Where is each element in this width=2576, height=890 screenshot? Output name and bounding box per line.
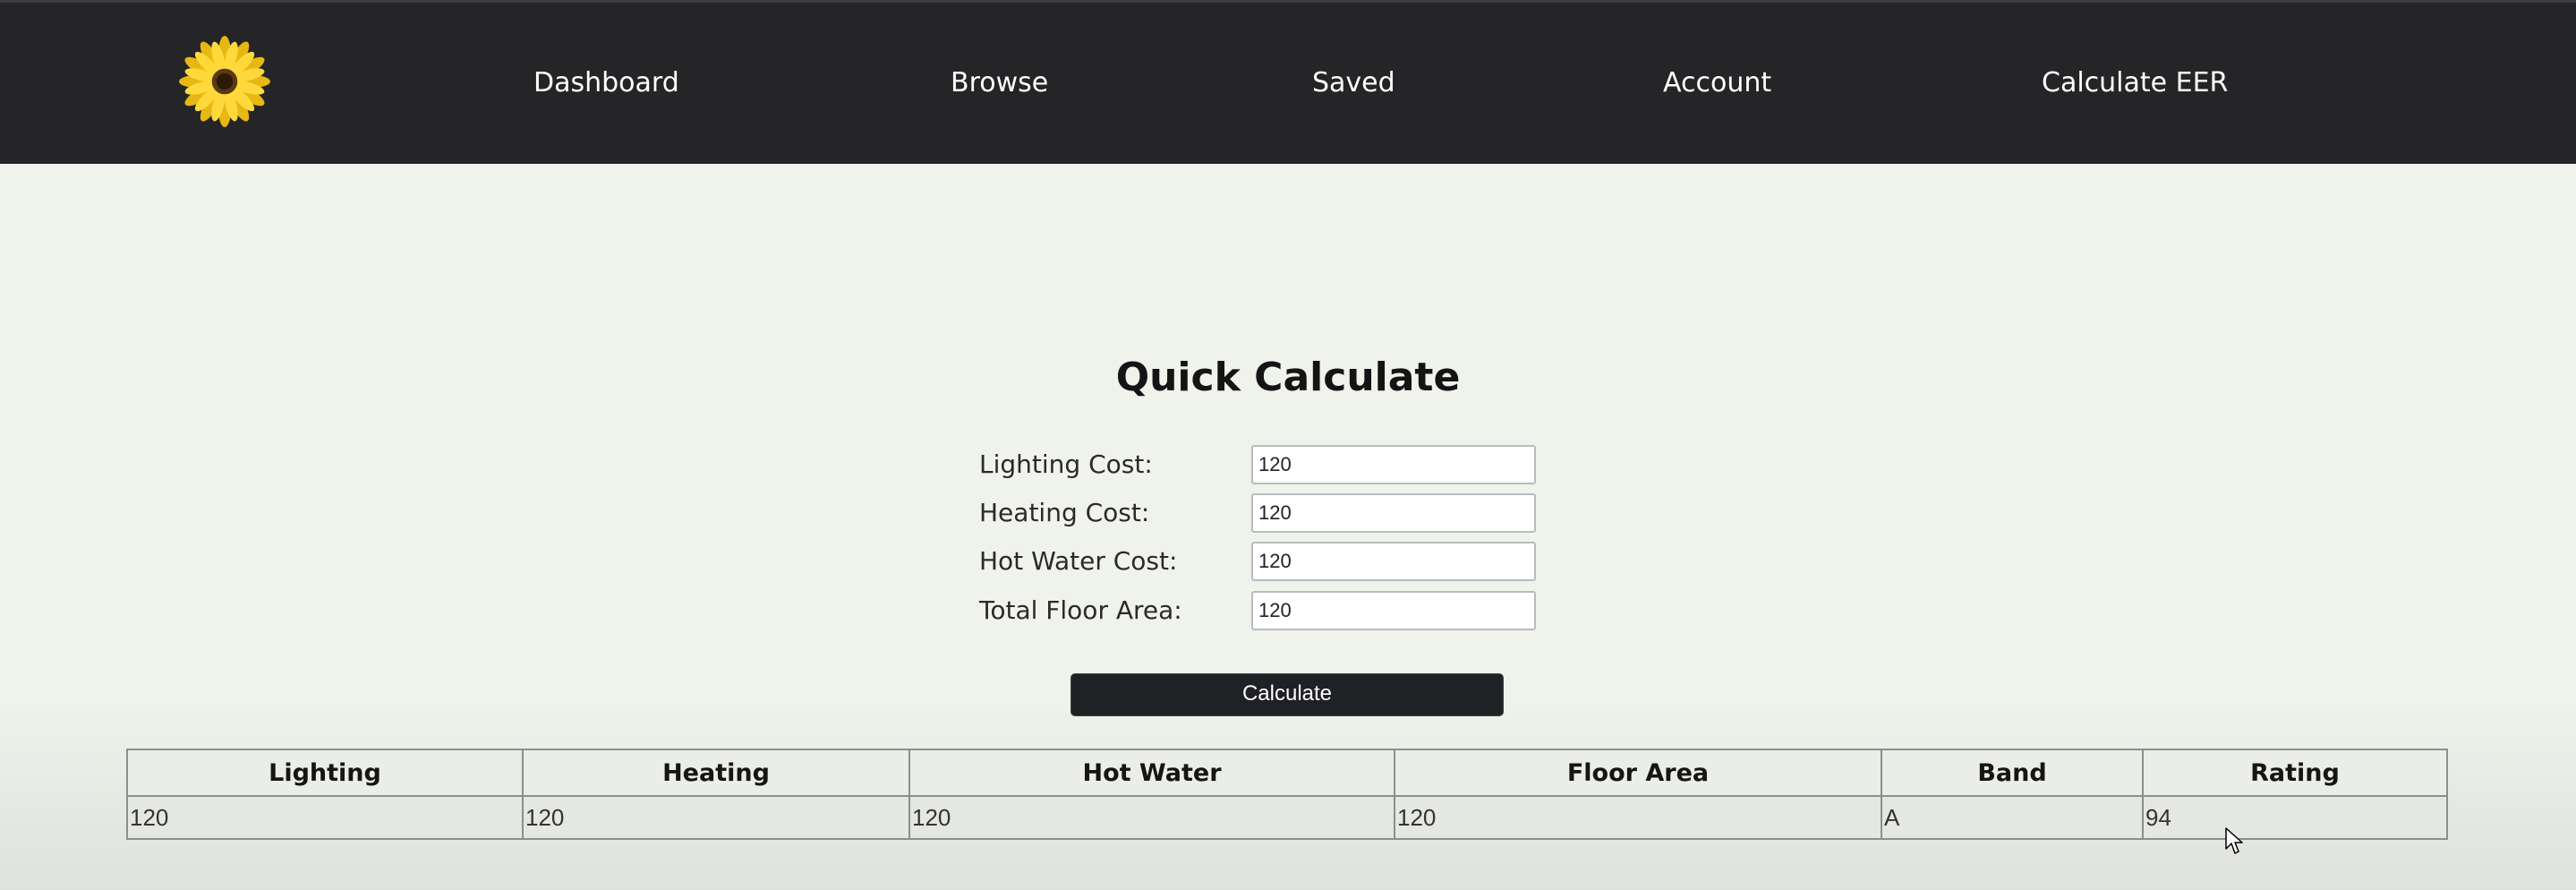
lighting-cost-input[interactable] [1251, 445, 1536, 484]
form-row-heating-cost: Heating Cost: [979, 493, 1538, 533]
sunflower-logo-icon[interactable] [179, 36, 270, 127]
header-hot-water: Hot Water [908, 749, 1395, 797]
header-floor-area: Floor Area [1394, 749, 1882, 797]
cell-hot-water: 120 [908, 795, 1395, 840]
results-table: Lighting Heating Hot Water Floor Area Ba… [126, 749, 2448, 840]
nav-saved[interactable]: Saved [1312, 65, 1395, 101]
cell-rating: 94 [2142, 795, 2448, 840]
cell-heating: 120 [522, 795, 910, 840]
heating-cost-label: Heating Cost: [979, 498, 1150, 527]
nav-account[interactable]: Account [1663, 65, 1771, 101]
form-row-hot-water-cost: Hot Water Cost: [979, 542, 1538, 581]
total-floor-area-label: Total Floor Area: [979, 595, 1182, 625]
header-lighting: Lighting [126, 749, 524, 797]
cell-band: A [1881, 795, 2144, 840]
nav-dashboard[interactable]: Dashboard [533, 65, 679, 101]
nav-browse[interactable]: Browse [951, 65, 1048, 101]
header-heating: Heating [522, 749, 910, 797]
nav-calculate-eer[interactable]: Calculate EER [2042, 65, 2228, 101]
header-rating: Rating [2142, 749, 2448, 797]
header-band: Band [1881, 749, 2144, 797]
hot-water-cost-input[interactable] [1251, 542, 1536, 581]
page-title: Quick Calculate [1115, 355, 1461, 400]
hot-water-cost-label: Hot Water Cost: [979, 546, 1178, 576]
cell-floor-area: 120 [1394, 795, 1882, 840]
lighting-cost-label: Lighting Cost: [979, 449, 1153, 479]
form-row-total-floor-area: Total Floor Area: [979, 591, 1538, 630]
mouse-pointer-icon [2225, 827, 2243, 856]
table-row: 120 120 120 120 A 94 [126, 795, 2448, 840]
form-row-lighting-cost: Lighting Cost: [979, 445, 1538, 484]
top-navbar: Dashboard Browse Saved Account Calculate… [0, 3, 2576, 164]
cell-lighting: 120 [126, 795, 524, 840]
calculate-button[interactable]: Calculate [1070, 673, 1504, 716]
heating-cost-input[interactable] [1251, 493, 1536, 533]
table-header-row: Lighting Heating Hot Water Floor Area Ba… [126, 749, 2448, 797]
total-floor-area-input[interactable] [1251, 591, 1536, 630]
